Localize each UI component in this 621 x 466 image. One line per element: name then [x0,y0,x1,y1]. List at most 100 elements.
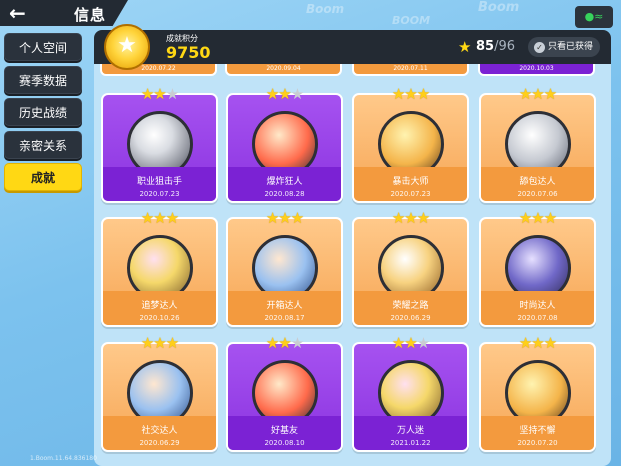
achievement-card[interactable]: 社交达人 2020.06.29 [101,342,218,452]
star-icon: ★ [404,85,417,103]
achievement-name: 万人迷 [396,426,424,436]
achievement-name: 荣耀之路 [392,301,429,311]
star-icon: ★ [140,209,154,227]
achievement-date: 2020.07.23 [139,190,180,198]
star-icon: ★ [531,209,544,227]
star-icon: ★ [416,334,430,352]
achievement-date: 2020.07.20 [517,439,558,447]
achievement-card[interactable]: 暴击大师 2020.07.23 [352,93,469,203]
medal-icon: ★ [104,24,150,70]
star-icon: ★ [140,334,154,352]
star-icon: ★ [153,209,166,227]
count-value: 85 [476,39,495,54]
achievement-card[interactable]: 舔包达人 2020.07.06 [479,93,596,203]
back-arrow-icon[interactable]: ← [9,3,35,23]
star-icon: ★ [391,334,405,352]
achievement-name: 坚持不懈 [519,426,556,436]
star-icon: ★ [278,334,291,352]
tab-relationships[interactable]: 亲密关系 [4,130,82,159]
star-icon: ★ [518,85,532,103]
star-icon: ★ [290,209,304,227]
achievement-date: 2020.08.17 [264,314,305,322]
star-icon: ★ [543,85,557,103]
star-rating: ★★★ [479,334,596,352]
tab-achievements[interactable]: 成就 [4,163,82,191]
achievement-card[interactable]: 爆炸狂人 2020.08.28 [226,93,343,203]
star-rating: ★★★ [101,209,218,227]
star-icon: ★ [153,85,166,103]
achievement-name: 爆炸狂人 [266,177,303,187]
star-rating: ★★★ [479,209,596,227]
achievement-date: 2020.07.23 [390,190,431,198]
card-date: 2020.09.04 [266,65,301,72]
achievement-name: 社交达人 [141,426,178,436]
achievement-name: 舔包达人 [519,177,556,187]
achievement-date: 2020.06.29 [390,314,431,322]
star-icon: ★ [278,85,291,103]
star-icon: ★ [278,209,291,227]
achievement-name: 开箱达人 [266,301,303,311]
achievement-date: 2020.08.28 [264,190,305,198]
version-text: 1.Boom.11.64.836180 [30,455,97,462]
filter-owned-toggle[interactable]: ✓ 只看已获得 [528,37,600,57]
sidebar: 个人空间 赛季数据 历史战绩 亲密关系 成就 [4,33,82,196]
top-bar: ← 信息 Boom Boom BOOM ●≈ [0,0,621,28]
achievement-date: 2020.07.06 [517,190,558,198]
achievement-date: 2020.10.26 [139,314,180,322]
card-date: 2020.07.11 [393,65,428,72]
star-icon: ★ [404,334,417,352]
star-icon: ★ [531,85,544,103]
star-icon: ★ [165,334,179,352]
star-icon: ★ [153,334,166,352]
card-partial[interactable]: 2020.07.11 [352,64,469,76]
achievement-name: 暴击大师 [392,177,429,187]
decor-text: BOOM [392,14,431,27]
star-icon: ★ [290,85,304,103]
star-icon: ★ [265,85,279,103]
star-icon: ★ [391,85,405,103]
tab-match-history[interactable]: 历史战绩 [4,98,82,126]
star-icon: ★ [543,334,557,352]
star-rating: ★★★ [352,209,469,227]
achievement-card[interactable]: 职业狙击手 2020.07.23 [101,93,218,203]
achievement-date: 2020.06.29 [139,439,180,447]
count-total: /96 [494,39,516,54]
star-rating: ★★★ [352,85,469,103]
star-rating: ★★★ [479,85,596,103]
page-title: 信息 [74,6,107,24]
tab-season-stats[interactable]: 赛季数据 [4,65,82,94]
achievement-card[interactable]: 时尚达人 2020.07.08 [479,217,596,327]
achievement-card[interactable]: 追梦达人 2020.10.26 [101,217,218,327]
achievement-name: 职业狙击手 [136,177,182,187]
star-rating: ★★★ [226,209,343,227]
check-icon: ✓ [534,42,545,53]
card-partial[interactable]: 2020.10.03 [478,64,595,76]
card-date: 2020.10.03 [519,65,554,72]
tab-personal-space[interactable]: 个人空间 [4,33,82,61]
star-icon: ★ [531,334,544,352]
star-icon: ★ [391,209,405,227]
achievement-card[interactable]: 荣耀之路 2020.06.29 [352,217,469,327]
achievement-name: 好基友 [270,426,298,436]
star-icon: ★ [404,209,417,227]
achievement-card[interactable]: 好基友 2020.08.10 [226,342,343,452]
achievement-card[interactable]: 坚持不懈 2020.07.20 [479,342,596,452]
star-icon: ★ [458,38,472,56]
achievement-date: 2021.01.22 [390,439,431,447]
star-rating: ★★★ [101,85,218,103]
star-icon: ★ [290,334,304,352]
achievement-date: 2020.08.10 [264,439,305,447]
achievement-card[interactable]: 开箱达人 2020.08.17 [226,217,343,327]
achievement-date: 2020.07.08 [517,314,558,322]
achievement-card[interactable]: 万人迷 2021.01.22 [352,342,469,452]
star-rating: ★★★ [101,334,218,352]
star-icon: ★ [416,85,430,103]
card-partial[interactable]: 2020.09.04 [225,64,342,76]
star-icon: ★ [265,334,279,352]
star-icon: ★ [165,209,179,227]
achievement-name: 追梦达人 [141,301,178,311]
achievement-count: 85/96 [476,39,515,54]
star-icon: ★ [416,209,430,227]
star-rating: ★★★ [226,85,343,103]
star-rating: ★★★ [226,334,343,352]
